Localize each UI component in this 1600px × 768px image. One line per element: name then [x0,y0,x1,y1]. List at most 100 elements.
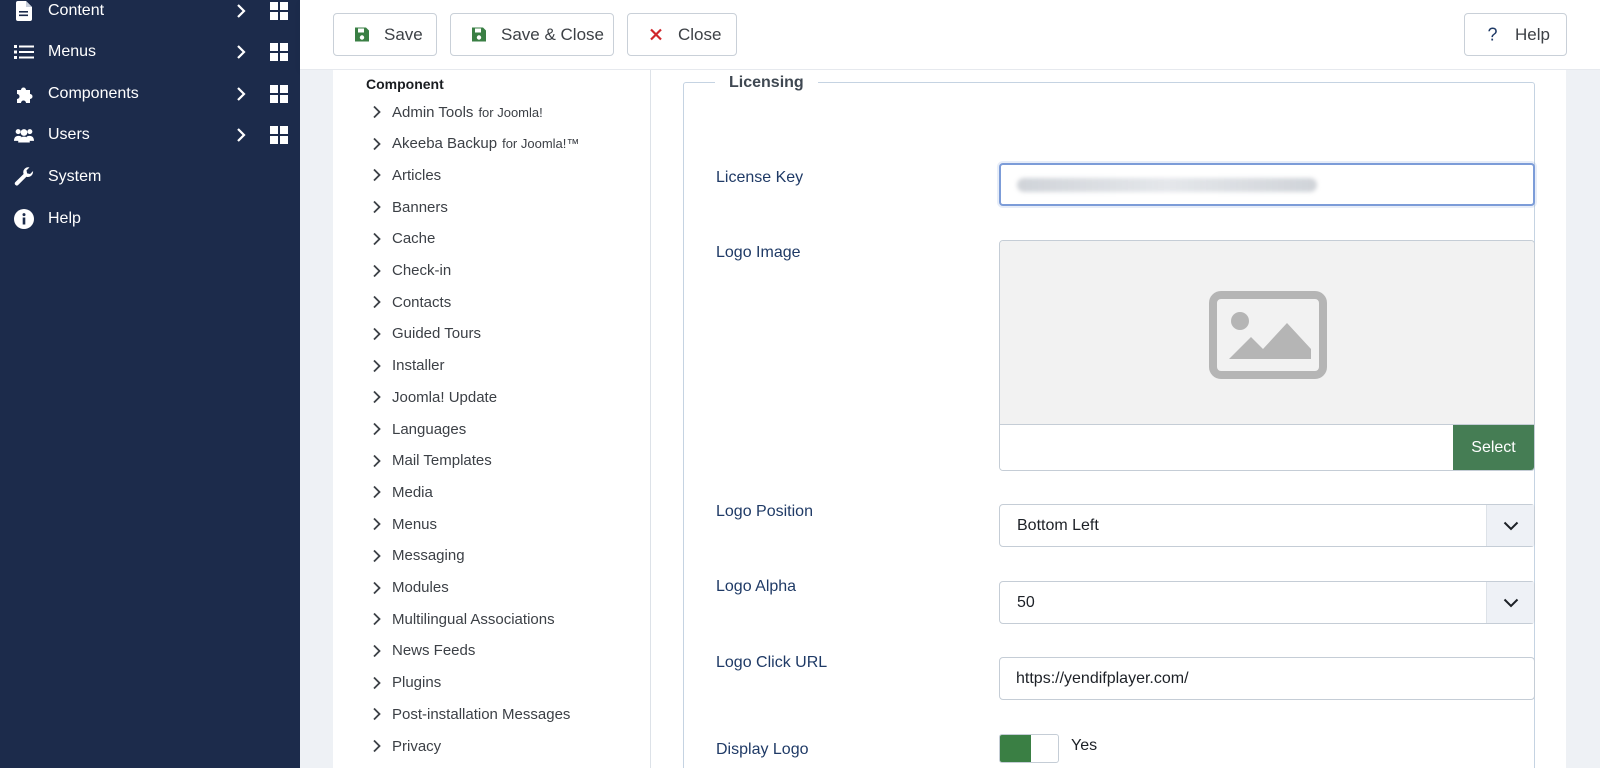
sidebar-item-label: Users [48,126,90,143]
dashboard-grid-icon[interactable] [270,85,288,103]
redacted-license-key [1017,177,1317,192]
tree-item-label: Plugins [392,674,442,692]
tree-item-label: Privacy [392,737,442,755]
tree-item-post-installation-messages[interactable]: Post-installation Messages [371,702,570,726]
tree-item-label: Cache [392,230,436,248]
tree-item-modules[interactable]: Modules [371,576,449,600]
tree-item-label: Media [392,483,433,501]
tree-item-label: Articles [392,166,442,184]
sidebar-item-system[interactable]: System [0,156,300,198]
chevron-right-icon [373,359,381,372]
display-logo-toggle[interactable] [999,734,1059,763]
logo-image-field: Select [999,240,1535,471]
sidebar-item-menus[interactable]: Menus [0,31,300,73]
tree-item-admin-tools[interactable]: Admin Tools for Joomla! [371,100,543,124]
sidebar-item-users[interactable]: Users [0,114,300,156]
close-icon [647,26,664,43]
tree-item-languages[interactable]: Languages [371,417,466,441]
tree-item-menus[interactable]: Menus [371,512,437,536]
tree-item-guided-tours[interactable]: Guided Tours [371,322,481,346]
tree-item-contacts[interactable]: Contacts [371,290,451,314]
license-key-input[interactable] [999,163,1535,206]
tree-item-articles[interactable]: Articles [371,163,441,187]
chevron-right-icon [237,128,246,142]
save-button[interactable]: Save [333,13,437,56]
close-label: Close [678,24,722,44]
tree-item-joomla-update[interactable]: Joomla! Update [371,385,497,409]
chevron-right-icon [373,264,381,277]
floppy-disk-icon [470,26,487,43]
dashboard-grid-icon[interactable] [270,43,288,61]
tree-item-multilingual-associations[interactable]: Multilingual Associations [371,607,555,631]
dashboard-grid-icon[interactable] [270,2,288,20]
logo-click-url-input[interactable]: https://yendifplayer.com/ [999,657,1535,700]
select-image-button[interactable]: Select [1453,425,1534,470]
tree-item-label: Admin Tools [392,103,474,121]
close-button[interactable]: Close [627,13,737,56]
dashboard-grid-icon[interactable] [270,126,288,144]
tree-item-label: Multilingual Associations [392,610,555,628]
component-tree: Component Admin Tools for Joomla! Akeeba… [333,70,651,768]
license-key-label: License Key [716,169,804,186]
logo-position-select[interactable]: Bottom Left [999,504,1535,547]
image-path-input[interactable] [1000,425,1453,470]
chevron-right-icon [373,644,381,658]
tree-item-label: Post-installation Messages [392,705,571,723]
sidebar-item-help[interactable]: Help [0,198,300,240]
tree-item-messaging[interactable]: Messaging [371,544,465,568]
tree-item-privacy[interactable]: Privacy [371,734,441,758]
chevron-right-icon [373,105,381,119]
logo-alpha-select[interactable]: 50 [999,581,1535,624]
logo-position-label: Logo Position [716,503,813,520]
image-preview [1000,241,1534,425]
save-and-close-button[interactable]: Save & Close [450,13,614,56]
toggle-knob [1000,735,1031,762]
tree-item-label: Languages [392,420,467,438]
chevron-right-icon [373,137,381,150]
wrench-icon [14,167,34,187]
tree-item-media[interactable]: Media [371,480,433,504]
file-icon [14,1,34,21]
tree-item-news-feeds[interactable]: News Feeds [371,639,475,663]
sidebar-item-label: Components [48,85,139,102]
help-label: Help [1515,24,1550,44]
sidebar-item-content[interactable]: Content [0,0,300,32]
display-logo-label: Display Logo [716,741,809,758]
display-logo-value: Yes [1071,737,1098,754]
sidebar-item-label: Content [48,2,105,19]
tree-item-cache[interactable]: Cache [371,227,435,251]
main-area: Component Admin Tools for Joomla! Akeeba… [300,70,1600,768]
tree-item-label: Messaging [392,547,465,565]
tree-item-installer[interactable]: Installer [371,354,445,378]
help-button[interactable]: ? Help [1464,13,1567,56]
chevron-right-icon [237,87,246,101]
logo-alpha-label: Logo Alpha [716,578,797,595]
chevron-right-icon [373,454,381,467]
tree-item-akeeba-backup[interactable]: Akeeba Backup for Joomla!™ [371,132,579,156]
chevron-right-icon [373,200,381,214]
list-icon [14,42,34,62]
tree-heading: Component [366,76,444,92]
tree-item-label: News Feeds [392,642,476,660]
tree-item-label: Modules [392,579,449,596]
tree-item-label: Contacts [392,293,452,311]
tree-item-check-in[interactable]: Check-in [371,259,451,283]
tree-item-banners[interactable]: Banners [371,195,448,219]
tree-item-plugins[interactable]: Plugins [371,671,441,695]
tree-item-mail-templates[interactable]: Mail Templates [371,449,492,473]
puzzle-icon [14,84,34,104]
tree-item-label: Menus [392,515,438,533]
sidebar-item-components[interactable]: Components [0,73,300,115]
logo-click-url-label: Logo Click URL [716,654,828,671]
chevron-right-icon [373,517,381,531]
logo-alpha-value: 50 [1017,593,1035,611]
tree-item-suffix: for Joomla! [478,104,543,120]
save-label: Save [384,24,423,44]
users-icon [14,125,34,145]
chevron-right-icon [237,45,246,59]
tree-item-label: Check-in [392,262,452,279]
logo-click-url-value: https://yendifplayer.com/ [1016,669,1189,687]
question-mark-icon: ? [1487,24,1498,44]
info-icon [14,209,34,229]
chevron-down-icon [1486,582,1534,623]
